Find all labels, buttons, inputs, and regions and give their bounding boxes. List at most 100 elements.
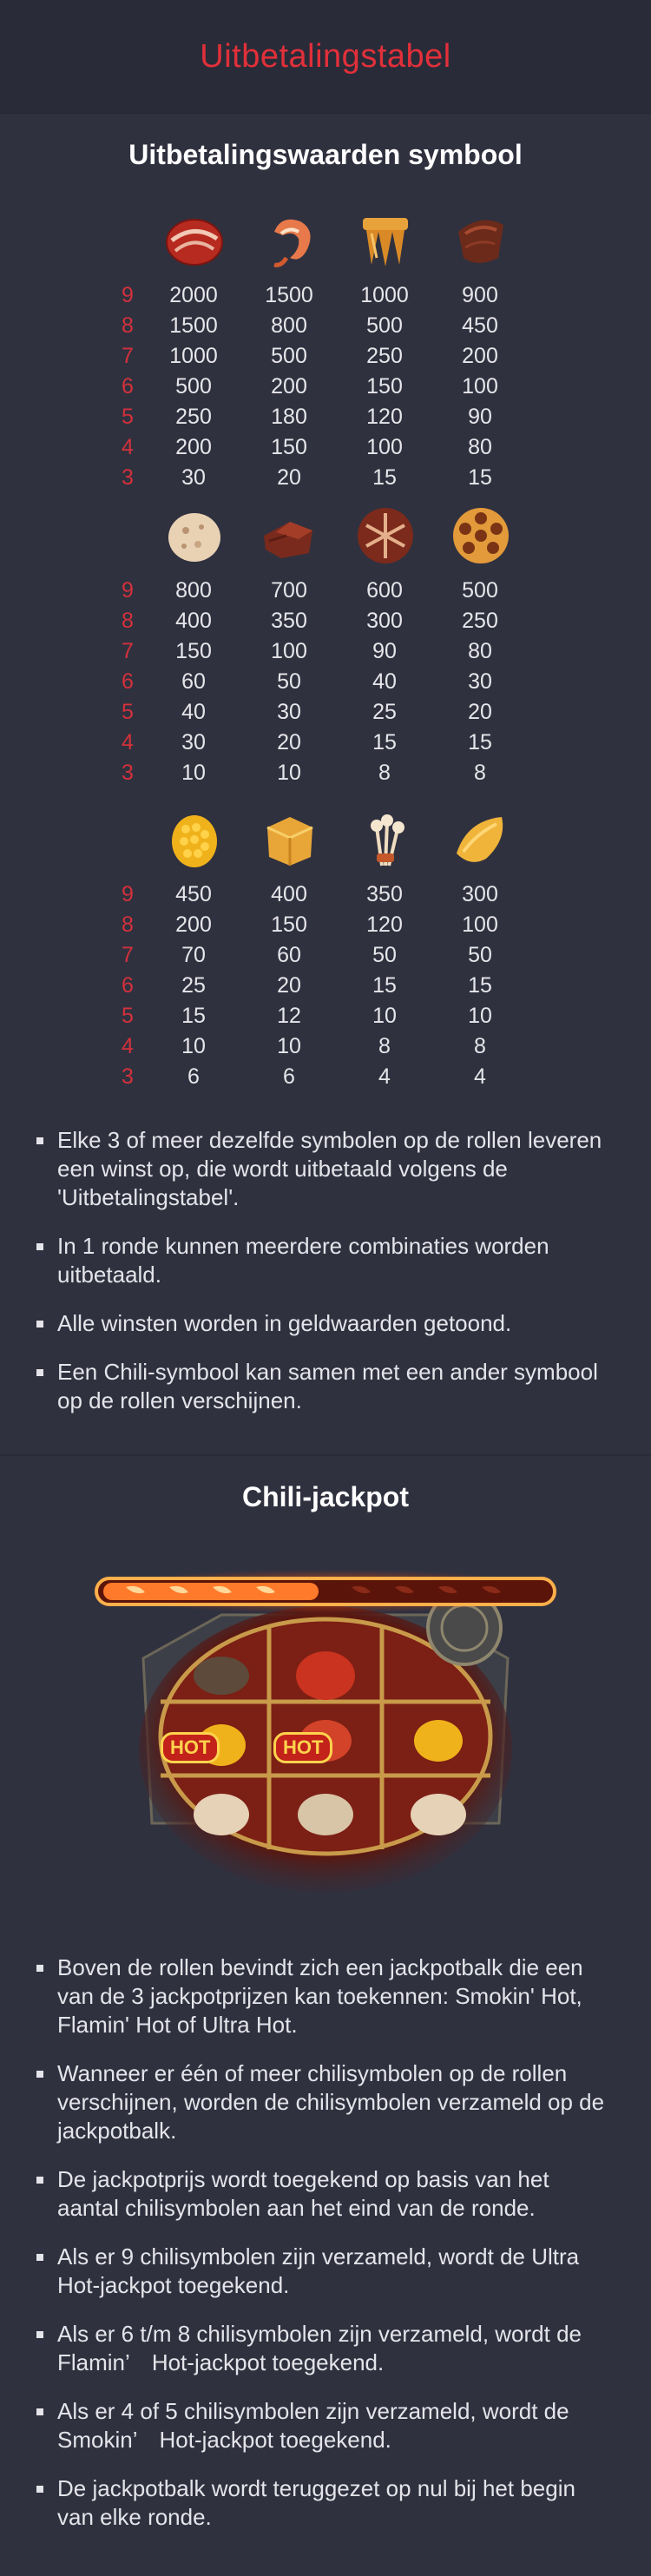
pay-value: 15 bbox=[468, 730, 492, 754]
pay-value: 50 bbox=[372, 943, 397, 967]
corn-icon bbox=[155, 800, 233, 879]
paytable-title: Uitbetalingswaarden symbool bbox=[128, 139, 523, 170]
pay-value: 15 bbox=[468, 973, 492, 998]
pay-value: 80 bbox=[468, 639, 492, 663]
symbol-count: 5 bbox=[122, 700, 134, 724]
pay-row: 7 70 60 50 50 bbox=[0, 943, 651, 973]
jackpot-title: Chili-jackpot bbox=[241, 1481, 409, 1512]
pay-row: 7 1000 500 250 200 bbox=[0, 344, 651, 374]
pay-value: 350 bbox=[271, 609, 307, 633]
hot-badge: HOT bbox=[273, 1732, 333, 1763]
symbol-count: 5 bbox=[122, 405, 134, 429]
pay-row: 4 10 10 8 8 bbox=[0, 1034, 651, 1064]
symbol-icon-row bbox=[0, 201, 651, 280]
list-item: De jackpotprijs wordt toegekend op basis… bbox=[0, 2165, 651, 2223]
pay-value: 20 bbox=[277, 465, 301, 490]
pay-value: 50 bbox=[277, 669, 301, 694]
symbol-icon-row bbox=[0, 497, 651, 575]
pay-value: 12 bbox=[277, 1004, 301, 1028]
symbol-count: 9 bbox=[122, 578, 134, 603]
list-item: Elke 3 of meer dezelfde symbolen op de r… bbox=[0, 1126, 651, 1212]
pay-value: 60 bbox=[277, 943, 301, 967]
pay-row: 6 25 20 15 15 bbox=[0, 973, 651, 1004]
symbol-icon-row bbox=[0, 800, 651, 879]
pay-value: 30 bbox=[181, 465, 206, 490]
pay-value: 500 bbox=[271, 344, 307, 368]
pay-value: 40 bbox=[181, 700, 206, 724]
pay-value: 10 bbox=[277, 761, 301, 785]
pay-value: 100 bbox=[462, 374, 498, 399]
symbol-count: 5 bbox=[122, 1004, 134, 1028]
jackpot-illustration: HOT HOT bbox=[91, 1563, 560, 1901]
pay-value: 120 bbox=[366, 912, 403, 937]
pay-value: 10 bbox=[277, 1034, 301, 1058]
pay-value: 15 bbox=[468, 465, 492, 490]
symbol-count: 8 bbox=[122, 912, 134, 937]
pay-row: 8 1500 800 500 450 bbox=[0, 313, 651, 344]
pay-value: 450 bbox=[462, 313, 498, 338]
symbol-count: 8 bbox=[122, 609, 134, 633]
symbol-count: 7 bbox=[122, 943, 134, 967]
pay-row: 9 800 700 600 500 bbox=[0, 578, 651, 609]
pay-value: 900 bbox=[462, 283, 498, 307]
pay-value: 25 bbox=[372, 700, 397, 724]
pay-value: 150 bbox=[175, 639, 212, 663]
pay-row: 4 200 150 100 80 bbox=[0, 435, 651, 465]
pay-row: 5 40 30 25 20 bbox=[0, 700, 651, 730]
pay-value: 6 bbox=[283, 1064, 295, 1089]
pay-value: 120 bbox=[366, 405, 403, 429]
beef-chunk-icon bbox=[251, 497, 329, 575]
list-item: Wanneer er één of meer chilisymbolen op … bbox=[0, 2059, 651, 2145]
pay-value: 2000 bbox=[169, 283, 218, 307]
pay-value: 4 bbox=[378, 1064, 391, 1089]
pay-value: 10 bbox=[181, 1034, 206, 1058]
pay-value: 90 bbox=[372, 639, 397, 663]
pay-row: 8 400 350 300 250 bbox=[0, 609, 651, 639]
pay-value: 250 bbox=[462, 609, 498, 633]
pay-value: 1500 bbox=[265, 283, 313, 307]
list-item: Boven de rollen bevindt zich een jackpot… bbox=[0, 1953, 651, 2039]
pay-value: 40 bbox=[372, 669, 397, 694]
pay-value: 1000 bbox=[360, 283, 409, 307]
mushroom-icon bbox=[346, 497, 424, 575]
pay-value: 200 bbox=[462, 344, 498, 368]
pay-value: 15 bbox=[372, 465, 397, 490]
pay-row: 9 450 400 350 300 bbox=[0, 882, 651, 912]
tofu-skin-icon bbox=[346, 201, 424, 280]
pay-value: 70 bbox=[181, 943, 206, 967]
pay-value: 10 bbox=[372, 1004, 397, 1028]
lotus-root-icon bbox=[442, 497, 520, 575]
pay-value: 100 bbox=[271, 639, 307, 663]
rules-list: Elke 3 of meer dezelfde symbolen op de r… bbox=[0, 1126, 651, 1435]
pay-value: 300 bbox=[462, 882, 498, 906]
pay-value: 8 bbox=[378, 1034, 391, 1058]
symbol-count: 9 bbox=[122, 283, 134, 307]
meatball-icon bbox=[155, 497, 233, 575]
symbol-count: 9 bbox=[122, 882, 134, 906]
pay-value: 10 bbox=[181, 761, 206, 785]
meat-slice-icon bbox=[155, 201, 233, 280]
pay-value: 25 bbox=[181, 973, 206, 998]
section-divider bbox=[0, 1454, 651, 1456]
pay-value: 500 bbox=[175, 374, 212, 399]
pay-value: 8 bbox=[378, 761, 391, 785]
pay-value: 8 bbox=[474, 761, 486, 785]
pay-value: 60 bbox=[181, 669, 206, 694]
pay-row: 5 250 180 120 90 bbox=[0, 405, 651, 435]
symbol-count: 7 bbox=[122, 639, 134, 663]
potato-icon bbox=[442, 800, 520, 879]
pay-value: 100 bbox=[462, 912, 498, 937]
pay-value: 150 bbox=[366, 374, 403, 399]
pay-value: 500 bbox=[366, 313, 403, 338]
list-item: Als er 4 of 5 chilisymbolen zijn verzame… bbox=[0, 2397, 651, 2454]
pay-value: 30 bbox=[181, 730, 206, 754]
pay-value: 20 bbox=[277, 973, 301, 998]
pay-value: 700 bbox=[271, 578, 307, 603]
pay-value: 800 bbox=[175, 578, 212, 603]
symbol-count: 3 bbox=[122, 761, 134, 785]
pay-value: 800 bbox=[271, 313, 307, 338]
list-item: Als er 6 t/m 8 chilisymbolen zijn verzam… bbox=[0, 2320, 651, 2377]
pay-value: 6 bbox=[187, 1064, 200, 1089]
hot-badge: HOT bbox=[161, 1732, 220, 1763]
pay-row: 4 30 20 15 15 bbox=[0, 730, 651, 761]
